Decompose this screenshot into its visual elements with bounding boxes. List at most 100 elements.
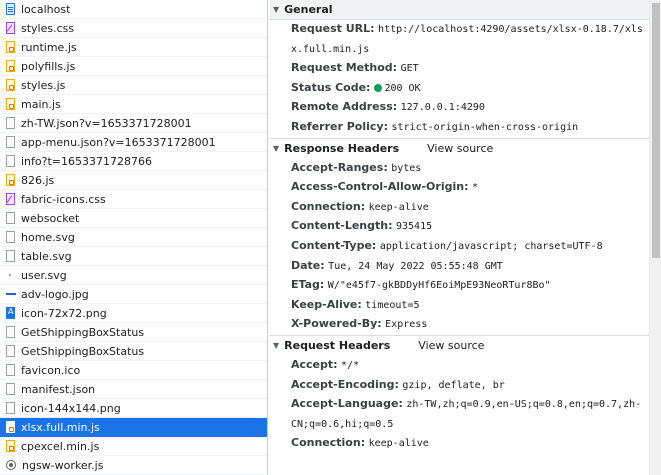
header-row: Connection: keep-alive [269, 434, 649, 454]
header-name: Accept: [291, 357, 338, 371]
request-name: fabric-icons.css [21, 192, 106, 206]
request-name: table.svg [21, 249, 72, 263]
file-icon [6, 231, 15, 243]
header-row: Content-Type: application/javascript; ch… [269, 237, 649, 257]
header-value: */* [341, 359, 360, 371]
header-row: Accept-Language: zh-TW,zh;q=0.9,en-US;q=… [269, 395, 649, 434]
script-icon [6, 440, 15, 452]
general-title: General [284, 3, 333, 16]
response-headers-title: Response Headers [284, 142, 400, 156]
request-row[interactable]: styles.js [0, 76, 267, 95]
header-name: Accept-Language: [291, 397, 403, 411]
request-row[interactable]: zh-TW.json?v=1653371728001 [0, 114, 267, 133]
request-row[interactable]: table.svg [0, 247, 267, 266]
file-icon [6, 155, 15, 167]
request-name: info?t=1653371728766 [21, 154, 152, 168]
header-name: Content-Length: [291, 219, 393, 233]
header-value: keep-alive [368, 201, 429, 213]
header-name: Remote Address: [291, 100, 398, 114]
request-name: GetShippingBoxStatus [21, 325, 145, 339]
header-name: Request URL: [291, 22, 375, 35]
request-row[interactable]: 826.js [0, 171, 267, 190]
headers-content: ▼ General Request URL: http://localhost:… [269, 0, 649, 454]
header-value: 127.0.0.1:4290 [400, 102, 485, 114]
request-row[interactable]: icon-72x72.png [0, 304, 267, 323]
request-row[interactable]: favicon.ico [0, 361, 267, 380]
header-row: Content-Length: 935415 [269, 217, 649, 237]
header-value: strict-origin-when-cross-origin [391, 121, 579, 133]
request-row[interactable]: icon-144x144.png [0, 399, 267, 418]
request-row[interactable]: home.svg [0, 228, 267, 247]
stylesheet-icon [6, 22, 15, 34]
header-row: X-Powered-By: Express [269, 315, 649, 335]
request-name: icon-144x144.png [21, 401, 121, 415]
response-view-source-link[interactable]: View source [427, 142, 493, 155]
header-value: 935415 [396, 221, 433, 233]
header-name: Keep-Alive: [291, 297, 362, 311]
header-name: Date: [291, 258, 325, 272]
request-list: localhost styles.css runtime.js polyfills.j… [0, 0, 268, 475]
request-row[interactable]: GetShippingBoxStatus [0, 342, 267, 361]
header-name: X-Powered-By: [291, 317, 382, 331]
header-row: Remote Address: 127.0.0.1:4290 [269, 98, 649, 118]
collapse-triangle-icon: ▼ [273, 341, 280, 351]
response-headers-section-header[interactable]: ▼ Response Headers View source [269, 139, 649, 159]
general-section-header[interactable]: ▼ General [269, 0, 649, 20]
request-name: app-menu.json?v=1653371728001 [21, 135, 216, 149]
request-row[interactable]: localhost [0, 0, 267, 19]
request-row[interactable]: polyfills.js [0, 57, 267, 76]
general-rows: Request URL: http://localhost:4290/asset… [269, 20, 649, 138]
header-row: Accept-Ranges: bytes [269, 159, 649, 179]
request-row[interactable]: manifest.json [0, 380, 267, 399]
request-row[interactable]: runtime.js [0, 38, 267, 57]
request-row[interactable]: ngsw-worker.js [0, 456, 267, 475]
header-value: keep-alive [368, 438, 429, 450]
request-name: main.js [21, 97, 61, 111]
request-row[interactable]: main.js [0, 95, 267, 114]
header-value: * [471, 182, 479, 194]
request-name: zh-TW.json?v=1653371728001 [21, 116, 192, 130]
image-icon [6, 307, 15, 319]
request-row[interactable]: websocket [0, 209, 267, 228]
request-name: xlsx.full.min.js [21, 420, 100, 434]
file-icon [6, 345, 15, 357]
request-name: user.svg [21, 268, 67, 282]
request-row[interactable]: info?t=1653371728766 [0, 152, 267, 171]
header-value: gzip, deflate, br [402, 379, 505, 391]
header-name: Access-Control-Allow-Origin: [291, 180, 469, 194]
script-icon [6, 79, 15, 91]
request-row[interactable]: xlsx.full.min.js [0, 418, 267, 437]
scrollbar-thumb[interactable] [652, 3, 660, 258]
request-row[interactable]: adv-logo.jpg [0, 285, 267, 304]
request-name: ngsw-worker.js [22, 458, 104, 472]
vertical-scrollbar[interactable] [649, 0, 661, 475]
image-icon [6, 288, 16, 300]
request-headers-section-header[interactable]: ▼ Request Headers View source [269, 336, 649, 356]
script-icon [6, 41, 15, 53]
request-row[interactable]: cpexcel.min.js [0, 437, 267, 456]
header-value: bytes [391, 162, 422, 174]
file-icon [6, 212, 15, 224]
request-row[interactable]: app-menu.json?v=1653371728001 [0, 133, 267, 152]
header-value: application/javascript; charset=UTF-8 [379, 240, 603, 252]
request-view-source-link[interactable]: View source [418, 339, 484, 352]
header-value: Express [385, 319, 428, 331]
file-icon [6, 402, 15, 414]
header-name: ETag: [291, 278, 325, 292]
request-name: 826.js [21, 173, 55, 187]
request-row[interactable]: fabric-icons.css [0, 190, 267, 209]
header-row: Date: Tue, 24 May 2022 05:55:48 GMT [269, 257, 649, 277]
header-value: Tue, 24 May 2022 05:55:48 GMT [328, 260, 503, 272]
header-row: ETag: W/"e45f7-gkBDDyHf6EoiMpE93NeoRTur8… [269, 276, 649, 296]
request-row[interactable]: user.svg [0, 266, 267, 285]
file-icon [6, 117, 15, 129]
header-value: W/"e45f7-gkBDDyHf6EoiMpE93NeoRTur8Bo" [327, 280, 551, 292]
header-row: Accept-Encoding: gzip, deflate, br [269, 376, 649, 396]
script-icon [6, 98, 15, 110]
stylesheet-icon [6, 193, 15, 205]
request-name: polyfills.js [21, 59, 76, 73]
collapse-triangle-icon: ▼ [273, 5, 280, 14]
request-row[interactable]: styles.css [0, 19, 267, 38]
request-row[interactable]: GetShippingBoxStatus [0, 323, 267, 342]
gear-icon [6, 460, 16, 470]
